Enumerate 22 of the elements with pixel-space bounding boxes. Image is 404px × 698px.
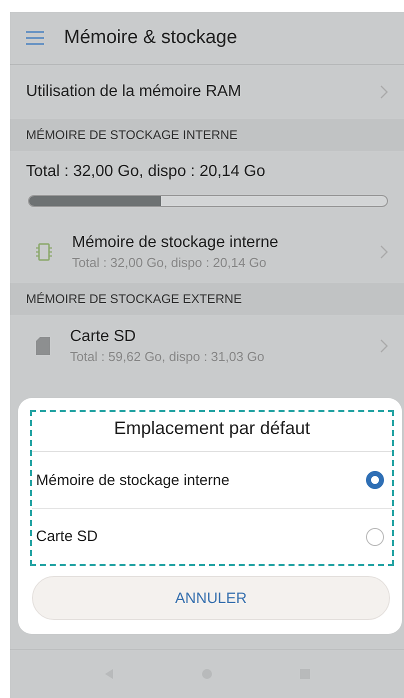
cancel-button[interactable]: ANNULER: [32, 576, 390, 620]
screen-title: Mémoire & stockage: [64, 27, 238, 49]
storage-row[interactable]: Mémoire de stockage interne Total : 32,00 Go, dispo : 20,14 Go: [10, 221, 404, 283]
radio-button[interactable]: [366, 471, 384, 489]
chevron-right-icon: [380, 339, 388, 353]
storage-option[interactable]: Mémoire de stockage interne: [32, 452, 392, 508]
dialog-title: Emplacement par défaut: [32, 412, 392, 452]
section-heading: MÉMOIRE DE STOCKAGE INTERNE: [10, 119, 404, 151]
storage-details: Total : 59,62 Go, dispo : 31,03 Go: [70, 349, 266, 364]
storage-summary: Total : 32,00 Go, dispo : 20,14 Go: [25, 162, 266, 182]
chip-icon: [36, 242, 52, 262]
radio-button[interactable]: [366, 528, 384, 546]
storage-name: Carte SD: [70, 328, 137, 346]
chevron-right-icon: [380, 85, 388, 99]
section-heading: MÉMOIRE DE STOCKAGE EXTERNE: [10, 283, 404, 315]
menu-icon[interactable]: [26, 31, 44, 45]
storage-option[interactable]: Carte SD: [32, 508, 392, 564]
storage-details: Total : 32,00 Go, dispo : 20,14 Go: [72, 255, 268, 270]
chevron-right-icon: [380, 245, 388, 259]
sd-card-icon: [36, 337, 50, 355]
storage-row[interactable]: Carte SD Total : 59,62 Go, dispo : 31,03 Go: [10, 315, 404, 377]
storage-name: Mémoire de stockage interne: [72, 234, 280, 252]
